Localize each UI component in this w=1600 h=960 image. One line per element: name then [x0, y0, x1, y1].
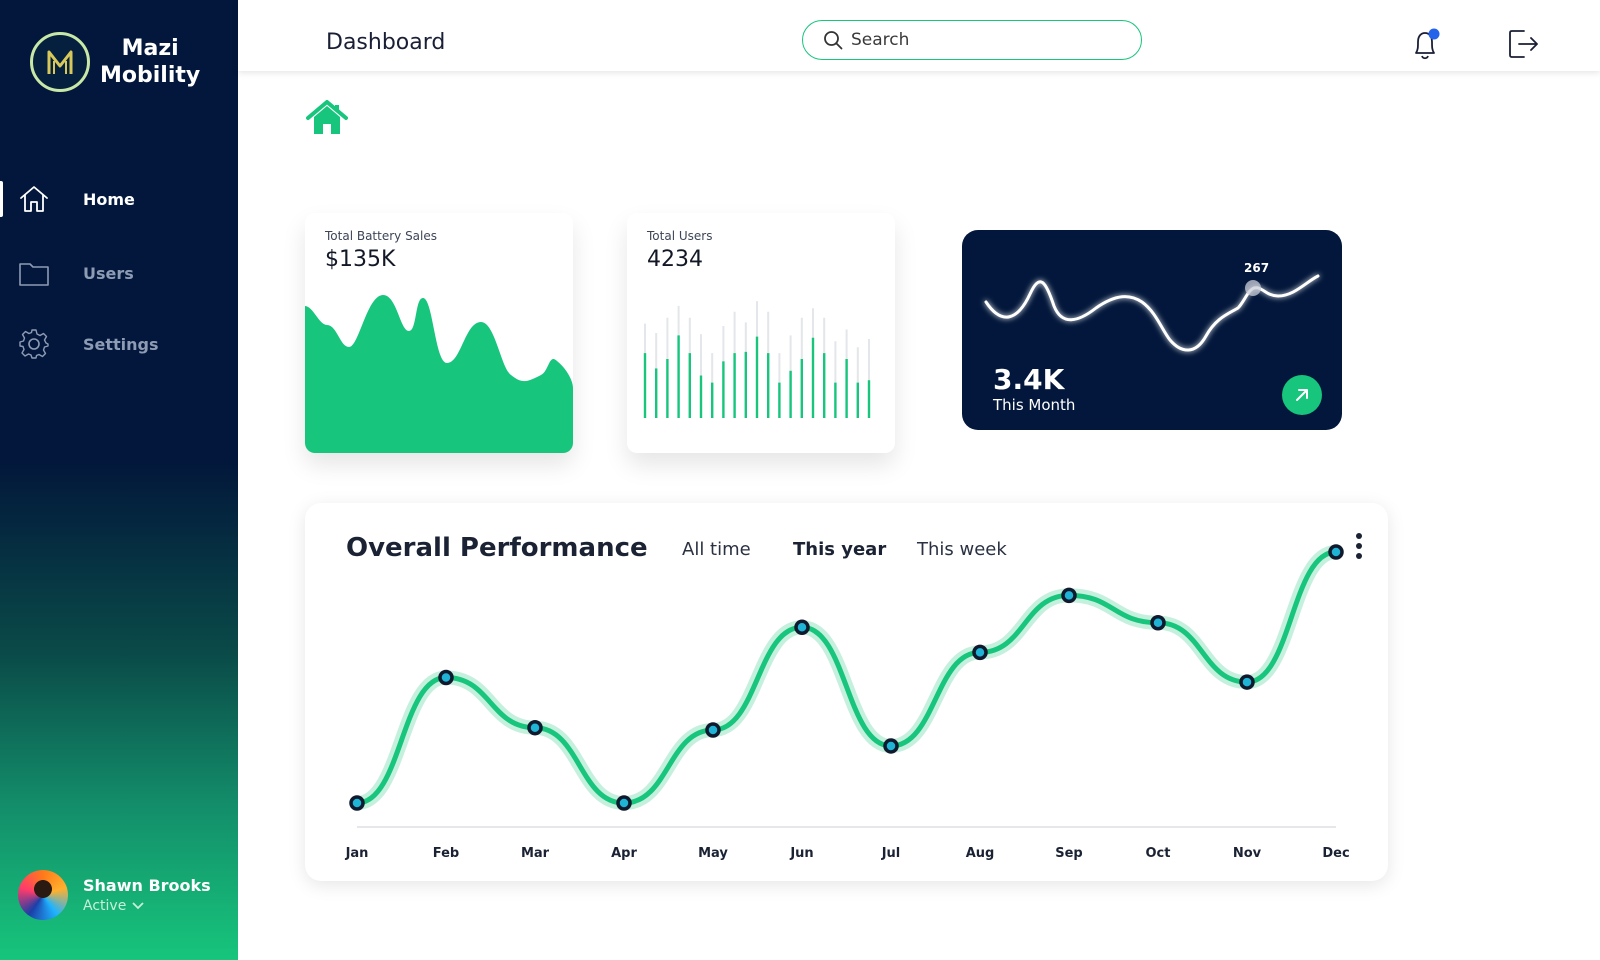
logo-badge-icon	[30, 32, 90, 92]
top-bar: Dashboard	[238, 0, 1600, 71]
sidebar: Mazi Mobility Home Users Settings Shawn …	[0, 0, 238, 960]
search-box[interactable]	[802, 20, 1142, 60]
data-point[interactable]	[527, 719, 543, 736]
data-point[interactable]	[705, 722, 721, 738]
user-profile[interactable]: Shawn Brooks Active	[18, 870, 211, 920]
notification-bell-icon[interactable]	[1410, 26, 1442, 62]
x-tick-label: Feb	[432, 846, 460, 861]
data-point[interactable]	[972, 644, 988, 661]
profile-status: Active	[83, 898, 127, 914]
x-tick-label: Oct	[1145, 846, 1171, 861]
search-input[interactable]	[851, 30, 1111, 50]
data-point[interactable]	[1061, 587, 1077, 604]
x-tick-label: Aug	[965, 846, 995, 861]
app-name-line1: Mazi	[121, 36, 179, 61]
monthly-summary-card: 267 3.4K This Month	[962, 230, 1342, 430]
data-point[interactable]	[1150, 614, 1166, 631]
chevron-down-icon	[132, 902, 144, 910]
x-tick-label: Jun	[790, 846, 814, 861]
avatar	[18, 870, 68, 920]
app-name-line2: Mobility	[100, 63, 201, 88]
x-tick-label: Apr	[611, 846, 637, 861]
folder-icon	[19, 263, 49, 286]
battery-sales-card: Total Battery Sales $135K	[305, 213, 573, 453]
data-point[interactable]	[349, 795, 365, 811]
sidebar-item-settings[interactable]: Settings	[0, 322, 238, 366]
total-users-card: Total Users 4234	[627, 213, 895, 453]
logout-icon[interactable]	[1506, 26, 1540, 62]
overall-performance-card: Overall Performance All time This year T…	[305, 503, 1388, 881]
x-tick-label: Mar	[520, 846, 550, 861]
app-logo[interactable]: Mazi Mobility	[30, 32, 200, 92]
sidebar-item-home[interactable]: Home	[0, 177, 238, 221]
sidebar-item-label: Settings	[83, 334, 159, 354]
sparkline-peak-label: 267	[1244, 261, 1270, 275]
home-icon	[20, 186, 48, 212]
sidebar-item-label: Home	[83, 189, 135, 209]
x-tick-label: Nov	[1232, 846, 1262, 861]
data-point[interactable]	[616, 795, 632, 811]
sidebar-item-label: Users	[83, 263, 134, 283]
monthly-value: 3.4K	[993, 363, 1065, 396]
performance-line-chart	[349, 544, 1344, 828]
x-tick-label: Jul	[881, 846, 901, 861]
profile-name: Shawn Brooks	[83, 876, 211, 895]
search-icon	[824, 31, 843, 50]
data-point[interactable]	[438, 669, 454, 686]
notification-dot	[1428, 28, 1440, 40]
gear-icon	[19, 329, 49, 359]
data-point[interactable]	[1239, 674, 1255, 690]
data-point[interactable]	[883, 738, 899, 754]
data-point[interactable]	[794, 619, 810, 636]
sparkline-peak-marker[interactable]	[1245, 280, 1261, 296]
breadcrumb-home-icon[interactable]	[306, 100, 348, 136]
x-tick-label: Dec	[1322, 846, 1350, 861]
arrow-up-right-icon	[1296, 389, 1308, 401]
x-tick-label: Sep	[1055, 846, 1083, 861]
monthly-label: This Month	[993, 396, 1076, 414]
battery-sales-area-chart	[305, 295, 573, 453]
open-details-button[interactable]	[1282, 375, 1322, 415]
sidebar-item-users[interactable]: Users	[0, 251, 238, 295]
x-tick-label: Jan	[345, 846, 369, 861]
x-tick-label: May	[698, 846, 728, 861]
data-point[interactable]	[1328, 544, 1344, 560]
profile-status-dropdown[interactable]: Active	[83, 898, 211, 914]
page-title: Dashboard	[326, 30, 446, 55]
users-bar-chart	[643, 301, 871, 418]
